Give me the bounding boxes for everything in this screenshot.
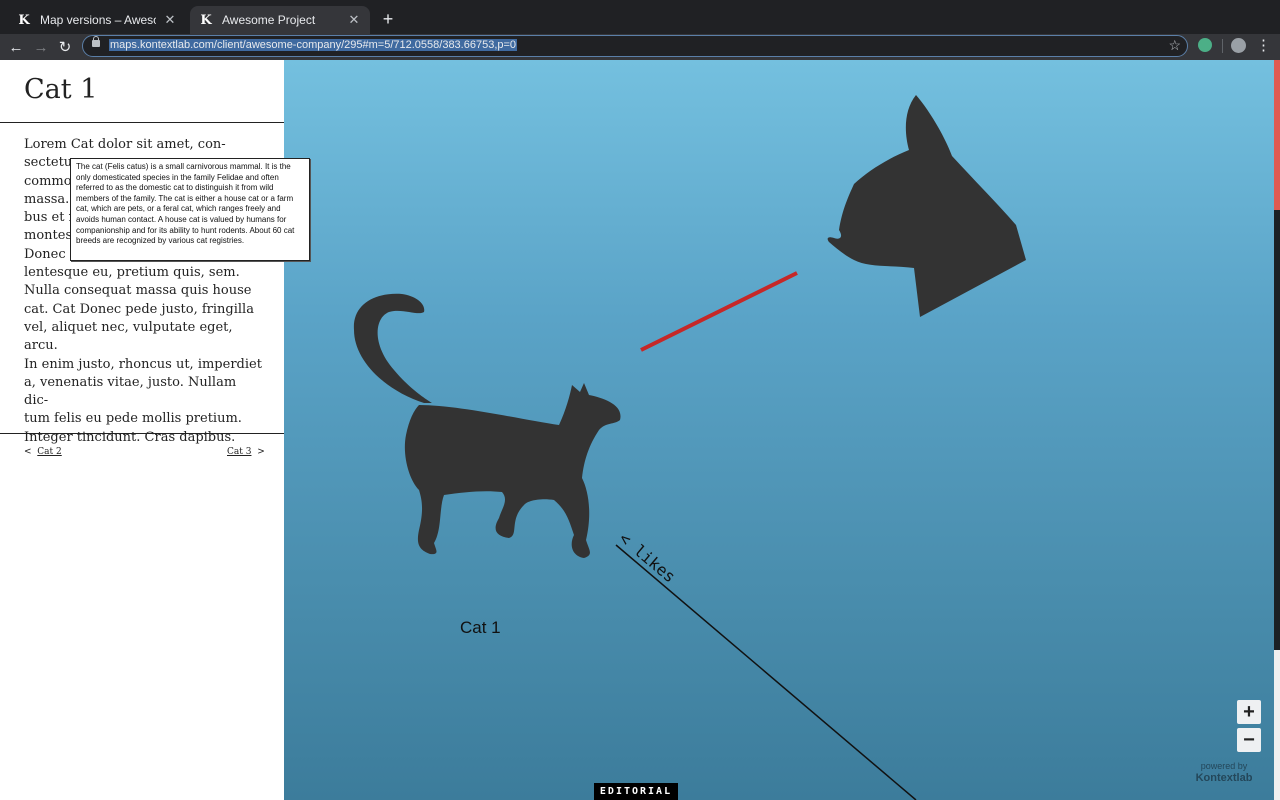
chevron-left-icon: < <box>24 447 32 457</box>
scrollbar-thumb[interactable] <box>1274 650 1280 800</box>
next-story-link[interactable]: Cat 3 > <box>227 447 265 457</box>
zoom-out-button[interactable]: − <box>1237 728 1261 752</box>
page-title: Cat 1 <box>24 74 98 105</box>
new-tab-button[interactable]: + <box>378 9 398 29</box>
toolbar-divider <box>1222 39 1223 53</box>
body-line: Nulla consequat massa quis house <box>24 283 252 299</box>
body-line: In enim justo, rhoncus ut, imperdiet <box>24 356 262 372</box>
body-line: vel, aliquet nec, vulputate eget, arcu. <box>24 319 233 354</box>
tab-title: Awesome Project <box>222 13 316 27</box>
divider <box>0 122 284 123</box>
kebab-menu-icon[interactable]: ⋮ <box>1256 36 1271 56</box>
back-arrow-icon[interactable]: ← <box>6 37 26 57</box>
browser-toolbar: ← → ↻ maps.kontextlab.com/client/awesome… <box>0 34 1280 60</box>
tab-map-versions[interactable]: K Map versions – Awesome Proje ✕ <box>8 6 186 34</box>
brand-name: Kontextlab <box>1195 772 1253 784</box>
prev-story-label[interactable]: Cat 2 <box>37 447 61 457</box>
zoom-in-button[interactable]: + <box>1237 700 1261 724</box>
powered-by-text: powered by <box>1200 761 1248 771</box>
cat-head-silhouette-icon[interactable] <box>827 95 1026 317</box>
page-content: Cat 1 Lorem Cat dolor sit amet, con-sect… <box>0 60 1280 800</box>
kontextlab-favicon-icon: K <box>18 12 30 28</box>
definition-tooltip: The cat (Felis catus) is a small carnivo… <box>70 158 310 261</box>
scrollbar-accent <box>1274 60 1280 210</box>
likes-label: < likes <box>615 529 679 587</box>
reload-icon[interactable]: ↻ <box>55 37 75 57</box>
address-bar[interactable]: maps.kontextlab.com/client/awesome-compa… <box>82 35 1188 57</box>
bookmark-star-icon[interactable]: ☆ <box>1168 37 1181 54</box>
close-icon[interactable]: ✕ <box>346 12 362 28</box>
lock-icon <box>92 36 100 47</box>
map-canvas[interactable]: < likes Cat 1 + − powered by Kontextlab … <box>284 60 1274 800</box>
red-connector-line <box>640 271 798 352</box>
powered-by-badge[interactable]: powered by Kontextlab <box>1184 760 1264 784</box>
scrollbar[interactable] <box>1274 60 1280 800</box>
editorial-badge[interactable]: EDITORIAL <box>594 783 678 800</box>
body-line: cat. Cat Donec pede justo, fringilla <box>24 301 254 317</box>
kontextlab-favicon-icon: K <box>200 12 212 28</box>
divider <box>0 433 284 434</box>
profile-avatar-icon[interactable] <box>1231 38 1246 53</box>
map-marker-label[interactable]: Cat 1 <box>460 618 501 638</box>
body-line: Integer tincidunt. Cras dapibus. <box>24 429 236 445</box>
chevron-right-icon: > <box>257 447 265 457</box>
likes-connection-line[interactable] <box>615 544 917 800</box>
map-drawing: < likes <box>353 95 1026 800</box>
body-line: a, venenatis vitae, justo. Nullam dic- <box>24 374 237 409</box>
url-text[interactable]: maps.kontextlab.com/client/awesome-compa… <box>109 39 518 51</box>
body-line: Lorem Cat dolor sit amet, con- <box>24 137 226 152</box>
walking-cat-silhouette-icon[interactable] <box>353 293 621 558</box>
body-line: lentesque eu, pretium quis, sem. <box>24 265 240 281</box>
body-line: tum felis eu pede mollis pretium. <box>24 411 242 427</box>
prev-story-link[interactable]: < Cat 2 <box>24 447 62 457</box>
browser-tab-bar: K Map versions – Awesome Proje ✕ K Aweso… <box>0 0 1280 34</box>
next-story-label[interactable]: Cat 3 <box>227 447 251 457</box>
forward-arrow-icon[interactable]: → <box>31 37 51 57</box>
extension-icon[interactable] <box>1198 38 1212 52</box>
tab-awesome-project[interactable]: K Awesome Project ✕ <box>190 6 370 34</box>
tab-title: Map versions – Awesome Proje <box>40 13 156 27</box>
close-icon[interactable]: ✕ <box>162 12 178 28</box>
